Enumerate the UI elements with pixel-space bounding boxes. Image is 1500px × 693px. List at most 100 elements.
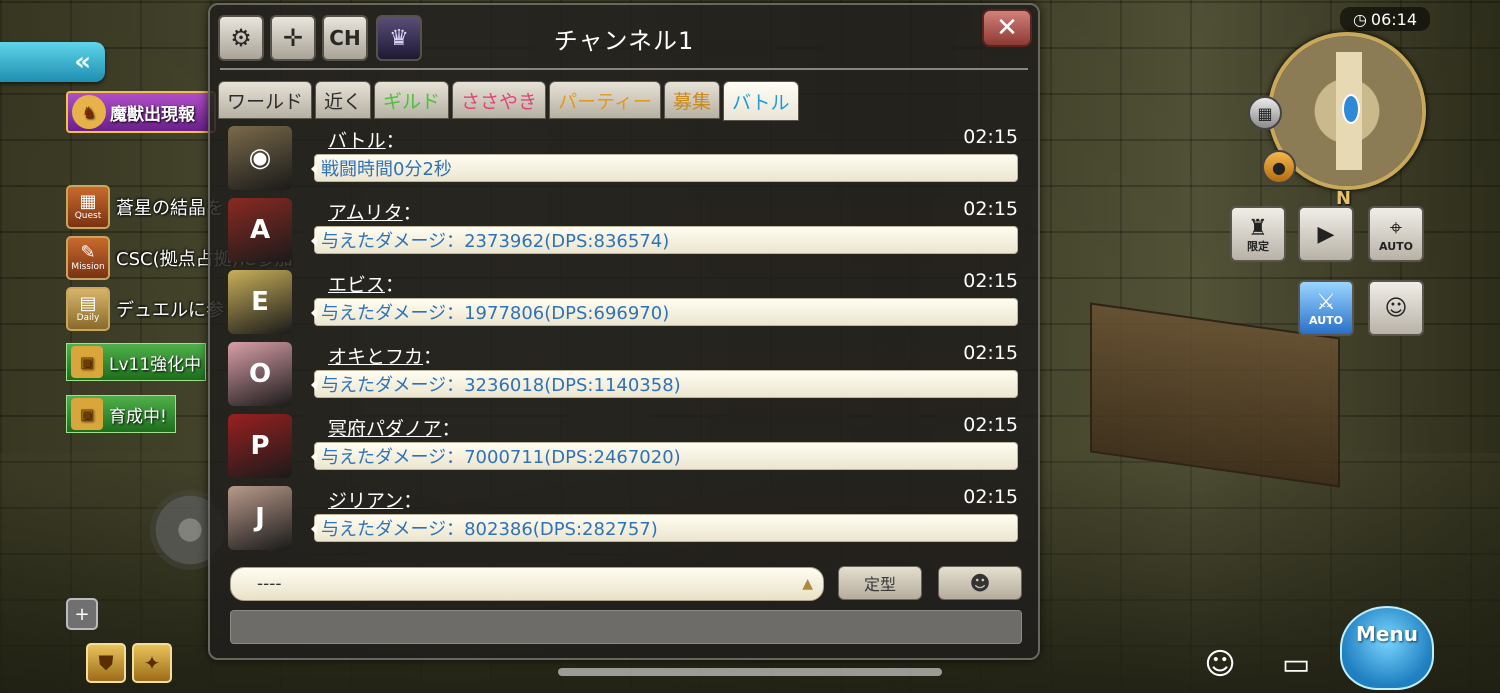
tab-nearby[interactable]: 近く: [315, 81, 372, 119]
chat-input-value: ----: [257, 574, 282, 594]
smiley-icon: ☻: [969, 571, 991, 595]
enhance-status-tag[interactable]: ▣ Lv11強化中: [66, 343, 206, 381]
home-indicator[interactable]: [558, 668, 942, 676]
top-hat-icon: ♜: [1248, 215, 1268, 241]
emote-button[interactable]: ☺: [1192, 640, 1248, 688]
triangle-up-icon[interactable]: ▲: [802, 576, 813, 592]
auto-battle-x2-button[interactable]: ⚔ AUTO: [1298, 280, 1354, 336]
chat-message: ◉ バトル： 02:15 戦闘時間0分2秒: [226, 126, 1018, 192]
sender-name[interactable]: バトル：: [328, 126, 405, 153]
training-status-tag[interactable]: ▣ 育成中!: [66, 395, 176, 433]
stamp-bar[interactable]: [230, 610, 1022, 644]
collapse-arrow-button[interactable]: «: [0, 42, 105, 82]
map-icon: ▦: [1257, 103, 1273, 123]
preset-message-button[interactable]: 定型: [838, 566, 922, 600]
limited-label: 限定: [1247, 239, 1269, 253]
portrait-avatar[interactable]: J: [228, 486, 292, 550]
chat-message: A アムリタ： 02:15 与えたダメージ：2373962(DPS:836574): [226, 198, 1018, 264]
message-time: 02:15: [963, 126, 1018, 148]
basket-icon: ⛊: [98, 651, 114, 675]
quest-item[interactable]: ▦ Quest 蒼星の結晶を: [66, 185, 224, 229]
clock-icon: ◷: [1352, 9, 1367, 29]
tab-whisper[interactable]: ささやき: [452, 81, 547, 119]
message-bubble: 与えたダメージ：2373962(DPS:836574): [311, 226, 1018, 254]
sender-name[interactable]: 冥府パダノア：: [328, 414, 460, 441]
target-frame-icon: ⌖: [1389, 215, 1403, 241]
auto-target-button[interactable]: ⌖ AUTO: [1368, 206, 1424, 262]
quest-icon: ▦ Quest: [66, 185, 110, 229]
portrait-avatar[interactable]: ◉: [228, 126, 292, 190]
shop-basket-button[interactable]: ⛊: [86, 643, 126, 683]
limited-event-button[interactable]: ♜ 限定: [1230, 206, 1286, 262]
sender-name[interactable]: ジリアン：: [328, 486, 422, 513]
map-toggle-button[interactable]: ▦: [1248, 96, 1282, 130]
clock: ◷ 06:14: [1340, 7, 1430, 31]
message-bubble: 与えたダメージ：1977806(DPS:696970): [311, 298, 1018, 326]
message-time: 02:15: [963, 270, 1018, 292]
treasure-chest-icon: ▣: [71, 398, 103, 430]
emoji-button[interactable]: ☻: [938, 566, 1022, 600]
mission-icon: ✎ Mission: [66, 236, 110, 280]
enhance-status-text: Lv11強化中: [109, 354, 202, 375]
speech-bubble-icon: ▭: [1281, 646, 1311, 682]
message-time: 02:15: [963, 414, 1018, 436]
plus-button[interactable]: +: [66, 598, 98, 630]
chat-title: チャンネル1: [553, 27, 695, 55]
message-time: 02:15: [963, 486, 1018, 508]
message-time: 02:15: [963, 342, 1018, 364]
portrait-avatar[interactable]: E: [228, 270, 292, 334]
sender-name[interactable]: オキとフカ：: [328, 342, 442, 369]
daily-item[interactable]: ▤ Daily デュエルに参: [66, 287, 224, 331]
clock-time: 06:14: [1370, 9, 1418, 29]
message-bubble: 与えたダメージ：802386(DPS:282757): [311, 514, 1018, 542]
chat-window: ⚙ ✛ CH ♛ チャンネル1 ✕ ワールド 近く ギルド ささやき パーティー…: [208, 3, 1040, 660]
message-bubble: 戦闘時間0分2秒: [311, 154, 1018, 182]
chat-message: J ジリアン： 02:15 与えたダメージ：802386(DPS:282757): [226, 486, 1018, 552]
beast-banner-text: 魔獣出現報: [110, 104, 195, 125]
chat-tabs: ワールド 近く ギルド ささやき パーティー 募集 バトル: [218, 81, 799, 121]
message-bubble: 与えたダメージ：7000711(DPS:2467020): [311, 442, 1018, 470]
tab-recruit[interactable]: 募集: [663, 81, 720, 119]
chat-message: P 冥府パダノア： 02:15 与えたダメージ：7000711(DPS:2467020…: [226, 414, 1018, 480]
beast-appearance-banner[interactable]: ♞ 魔獣出現報: [66, 91, 216, 133]
camera-button[interactable]: ▶: [1298, 206, 1354, 262]
gift-icon: ✦: [143, 651, 161, 675]
training-status-text: 育成中!: [109, 406, 167, 427]
treasure-chest-icon: ▣: [71, 346, 103, 378]
chat-message: O オキとフカ： 02:15 与えたダメージ：3236018(DPS:1140358): [226, 342, 1018, 408]
plus-icon: +: [74, 603, 90, 625]
double-chevron-left-icon: «: [74, 47, 91, 77]
tab-world[interactable]: ワールド: [218, 81, 313, 119]
pet-face-icon: ●: [1272, 157, 1286, 177]
message-time: 02:15: [963, 198, 1018, 220]
chat-message: E エビス： 02:15 与えたダメージ：1977806(DPS:696970): [226, 270, 1018, 336]
tab-battle[interactable]: バトル: [722, 81, 799, 121]
sender-name[interactable]: アムリタ：: [328, 198, 422, 225]
auto-label: AUTO: [1379, 239, 1413, 253]
smiley-face-icon: ☺: [1204, 646, 1236, 682]
group-icon: ☺: [1384, 295, 1408, 321]
menu-button[interactable]: Menu: [1340, 606, 1434, 690]
player-location-marker-icon: [1342, 94, 1360, 124]
auto2-label: AUTO: [1309, 313, 1343, 327]
pet-button[interactable]: ●: [1262, 150, 1296, 184]
tab-party[interactable]: パーティー: [549, 81, 661, 119]
sword-icon: ⚔: [1316, 289, 1336, 315]
daily-icon: ▤ Daily: [66, 287, 110, 331]
party-button[interactable]: ☺: [1368, 280, 1424, 336]
message-bubble: 与えたダメージ：3236018(DPS:1140358): [311, 370, 1018, 398]
tab-guild[interactable]: ギルド: [374, 81, 450, 119]
gift-box-button[interactable]: ✦: [132, 643, 172, 683]
chat-input[interactable]: ---- ▲: [230, 567, 824, 601]
close-icon: ✕: [996, 13, 1018, 43]
sender-name[interactable]: エビス：: [328, 270, 404, 297]
portrait-avatar[interactable]: O: [228, 342, 292, 406]
portrait-avatar[interactable]: A: [228, 198, 292, 262]
portrait-avatar[interactable]: P: [228, 414, 292, 478]
close-button[interactable]: ✕: [982, 9, 1032, 47]
menu-label: Menu: [1356, 622, 1418, 646]
chat-button[interactable]: ▭: [1268, 640, 1324, 688]
divider: [220, 68, 1028, 70]
video-camera-icon: ▶: [1317, 221, 1335, 247]
fox-icon: ♞: [72, 95, 106, 129]
